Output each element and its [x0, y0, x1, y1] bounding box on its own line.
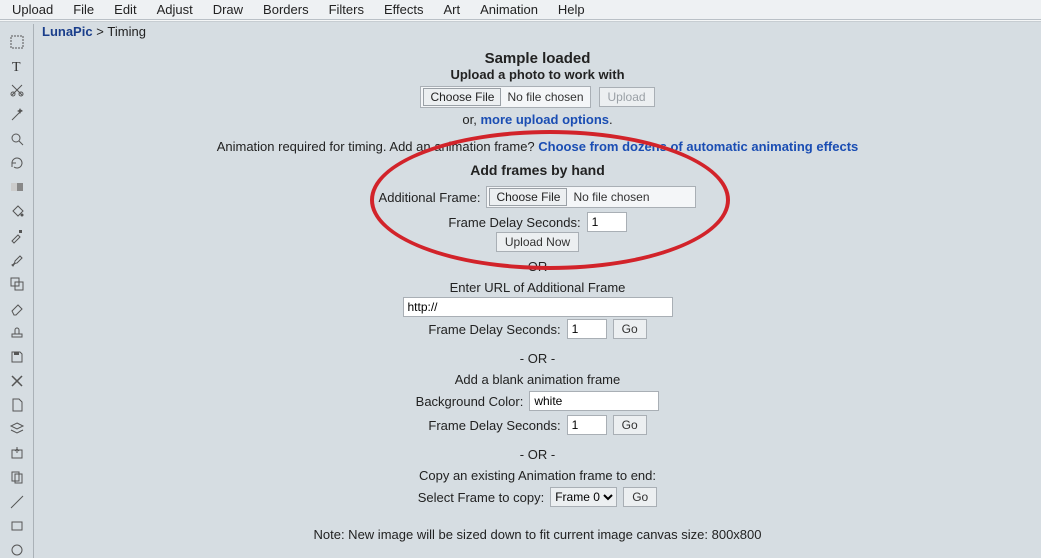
breadcrumb: LunaPic > Timing — [42, 24, 146, 39]
circle-icon[interactable] — [8, 542, 26, 558]
stamp-icon[interactable] — [8, 324, 26, 340]
no-file-text: No file chosen — [507, 90, 583, 104]
frame-delay-label-3: Frame Delay Seconds: — [428, 418, 560, 433]
upload-row: Choose File No file chosen Upload — [420, 86, 654, 108]
export-icon[interactable] — [8, 445, 26, 461]
animation-required-text: Animation required for timing. Add an an… — [217, 139, 535, 154]
zoom-icon[interactable] — [8, 131, 26, 147]
or-1: - OR - — [34, 259, 1041, 274]
delete-icon[interactable] — [8, 373, 26, 389]
menu-upload[interactable]: Upload — [2, 1, 63, 18]
rect-icon[interactable] — [8, 518, 26, 534]
choose-file-button[interactable]: Choose File — [423, 88, 501, 106]
page-title: Sample loaded — [34, 50, 1041, 67]
bg-color-row: Background Color: — [416, 391, 660, 411]
menu-art[interactable]: Art — [433, 1, 470, 18]
save-icon[interactable] — [8, 348, 26, 364]
gradient-icon[interactable] — [8, 179, 26, 195]
layers-icon[interactable] — [8, 421, 26, 437]
bg-color-label: Background Color: — [416, 394, 524, 409]
scissors-icon[interactable] — [8, 82, 26, 98]
additional-frame-file[interactable]: Choose File No file chosen — [486, 186, 696, 208]
url-frame-heading: Enter URL of Additional Frame — [34, 280, 1041, 295]
frame-delay-input-3[interactable] — [567, 415, 607, 435]
upload-now-button[interactable]: Upload Now — [496, 232, 579, 252]
menu-adjust[interactable]: Adjust — [147, 1, 203, 18]
copy-frame-heading: Copy an existing Animation frame to end: — [34, 468, 1041, 483]
eyedropper-icon[interactable] — [8, 228, 26, 244]
auto-effects-link[interactable]: Choose from dozens of automatic animatin… — [538, 139, 858, 154]
go-button-3[interactable]: Go — [623, 487, 657, 507]
select-frame-row: Select Frame to copy: Frame 0 Go — [418, 487, 657, 507]
frame-delay-label-2: Frame Delay Seconds: — [428, 322, 560, 337]
additional-frame-row: Additional Frame: Choose File No file ch… — [379, 186, 697, 208]
ribbon-divider — [0, 20, 1041, 22]
frame-delay-input-1[interactable] — [587, 212, 627, 232]
or-2: - OR - — [34, 351, 1041, 366]
menu-help[interactable]: Help — [548, 1, 595, 18]
menu-animation[interactable]: Animation — [470, 1, 548, 18]
frame-delay-label-1: Frame Delay Seconds: — [448, 215, 580, 230]
additional-choose-file[interactable]: Choose File — [489, 188, 567, 206]
marquee-icon[interactable] — [8, 34, 26, 50]
dot: . — [609, 112, 613, 127]
frame-select[interactable]: Frame 0 — [550, 487, 617, 507]
copy-icon[interactable] — [8, 469, 26, 485]
go-button-1[interactable]: Go — [613, 319, 647, 339]
wand-icon[interactable] — [8, 107, 26, 123]
add-frames-heading: Add frames by hand — [34, 162, 1041, 178]
upload-button[interactable]: Upload — [599, 87, 655, 107]
menubar: Upload File Edit Adjust Draw Borders Fil… — [0, 0, 1041, 20]
menu-filters[interactable]: Filters — [319, 1, 374, 18]
blank-frame-heading: Add a blank animation frame — [34, 372, 1041, 387]
additional-no-file: No file chosen — [573, 190, 649, 204]
menu-effects[interactable]: Effects — [374, 1, 434, 18]
frame-delay-input-2[interactable] — [567, 319, 607, 339]
breadcrumb-root[interactable]: LunaPic — [42, 24, 93, 39]
text-icon[interactable]: T — [8, 58, 26, 74]
page-subtitle: Upload a photo to work with — [34, 67, 1041, 82]
or-3: - OR - — [34, 447, 1041, 462]
menu-file[interactable]: File — [63, 1, 104, 18]
rotate-icon[interactable] — [8, 155, 26, 171]
new-page-icon[interactable] — [8, 397, 26, 413]
bucket-icon[interactable] — [8, 203, 26, 219]
or-more-line: or, more upload options. — [34, 112, 1041, 127]
eraser-icon[interactable] — [8, 300, 26, 316]
frame-delay-row-1: Frame Delay Seconds: — [448, 212, 626, 232]
menu-draw[interactable]: Draw — [203, 1, 253, 18]
tool-sidebar: T — [0, 24, 34, 558]
canvas-size-note: Note: New image will be sized down to fi… — [34, 527, 1041, 542]
animation-required-line: Animation required for timing. Add an an… — [34, 139, 1041, 154]
go-button-2[interactable]: Go — [613, 415, 647, 435]
svg-text:T: T — [12, 60, 21, 74]
select-frame-label: Select Frame to copy: — [418, 490, 544, 505]
main-content: Sample loaded Upload a photo to work wit… — [34, 40, 1041, 558]
clone-icon[interactable] — [8, 276, 26, 292]
frame-delay-row-2: Frame Delay Seconds: Go — [428, 319, 646, 339]
line-icon[interactable] — [8, 494, 26, 510]
menu-borders[interactable]: Borders — [253, 1, 319, 18]
main-file-input[interactable]: Choose File No file chosen — [420, 86, 590, 108]
url-input[interactable] — [403, 297, 673, 317]
additional-frame-label: Additional Frame: — [379, 190, 481, 205]
breadcrumb-sep: > — [96, 24, 104, 39]
brush-icon[interactable] — [8, 252, 26, 268]
more-upload-options-link[interactable]: more upload options — [480, 112, 609, 127]
frame-delay-row-3: Frame Delay Seconds: Go — [428, 415, 646, 435]
breadcrumb-current: Timing — [107, 24, 146, 39]
bg-color-input[interactable] — [529, 391, 659, 411]
menu-edit[interactable]: Edit — [104, 1, 146, 18]
or-text: or, — [462, 112, 476, 127]
